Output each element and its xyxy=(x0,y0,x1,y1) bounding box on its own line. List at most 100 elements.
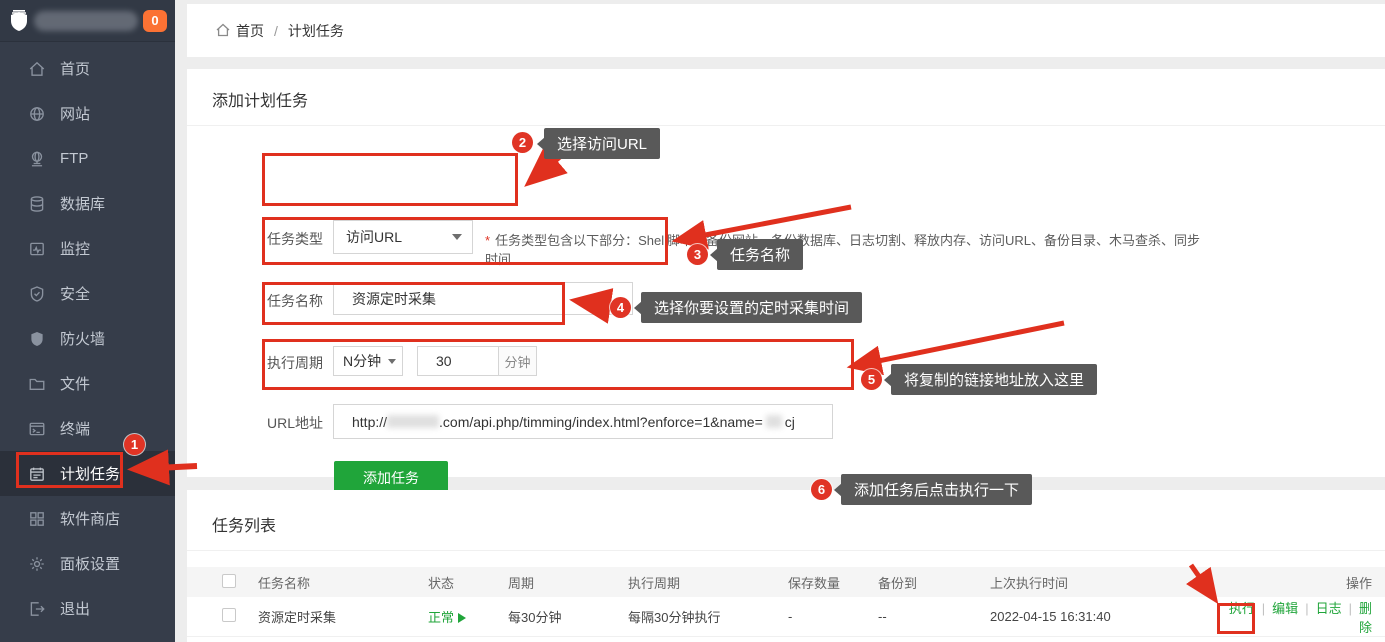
task-name-input[interactable]: 资源定时采集 xyxy=(333,282,633,315)
add-task-panel: 添加计划任务 任务类型 访问URL *任务类型包含以下部分：Shell脚本、备份… xyxy=(187,69,1385,477)
url-prefix: http:// xyxy=(352,414,387,430)
period-value: 30 xyxy=(436,353,452,369)
panel-logo-icon xyxy=(8,9,30,33)
cell-backup-to: -- xyxy=(878,609,990,624)
firewall-shield-icon xyxy=(28,330,46,348)
row-checkbox[interactable] xyxy=(222,608,236,622)
task-list-title: 任务列表 xyxy=(187,490,1385,551)
globe-icon xyxy=(28,105,46,123)
required-asterisk: * xyxy=(485,233,490,248)
logout-icon xyxy=(28,600,46,618)
period-value-input[interactable]: 30 xyxy=(417,346,499,376)
ftp-icon xyxy=(28,150,46,168)
url-host-blurred xyxy=(387,415,439,428)
delete-task-link[interactable]: 删除 xyxy=(1359,601,1372,635)
calendar-icon xyxy=(28,465,46,483)
period-unit-select[interactable]: N分钟 xyxy=(333,346,403,376)
sidebar-item-label: 防火墙 xyxy=(60,328,105,349)
period-unit-selected: N分钟 xyxy=(343,351,381,371)
server-name-blurred xyxy=(34,11,138,31)
sidebar-item-firewall[interactable]: 防火墙 xyxy=(0,316,175,361)
task-type-hint-text: 任务类型包含以下部分：Shell脚本、备份网站、备份数据库、日志切割、释放内存、… xyxy=(485,233,1200,267)
col-operations: 操作 xyxy=(1218,573,1372,592)
sidebar-item-label: 数据库 xyxy=(60,193,105,214)
period-label: 执行周期 xyxy=(267,353,323,373)
play-icon[interactable] xyxy=(458,613,466,623)
task-list-panel: 任务列表 任务名称 状态 周期 执行周期 保存数量 备份到 上次执行时间 操作 … xyxy=(187,490,1385,642)
breadcrumb-separator: / xyxy=(274,23,278,39)
sidebar-item-security[interactable]: 安全 xyxy=(0,271,175,316)
sidebar-item-label: 网站 xyxy=(60,103,90,124)
folder-icon xyxy=(28,375,46,393)
cell-task-name: 资源定时采集 xyxy=(258,607,428,626)
task-name-value: 资源定时采集 xyxy=(352,289,436,309)
col-cycle: 周期 xyxy=(508,573,628,592)
gear-icon xyxy=(28,555,46,573)
breadcrumb-home[interactable]: 首页 xyxy=(236,21,264,41)
sidebar-item-website[interactable]: 网站 xyxy=(0,91,175,136)
sidebar-item-label: FTP xyxy=(60,150,88,167)
sidebar-item-files[interactable]: 文件 xyxy=(0,361,175,406)
select-all-checkbox[interactable] xyxy=(222,574,236,588)
task-name-label: 任务名称 xyxy=(267,291,323,311)
cell-last-run: 2022-04-15 16:31:40 xyxy=(990,609,1218,624)
sidebar-item-label: 文件 xyxy=(60,373,90,394)
sidebar-header: 0 xyxy=(0,0,175,42)
cell-exec-cycle: 每隔30分钟执行 xyxy=(628,607,788,626)
url-param-blurred xyxy=(766,415,782,428)
sidebar-item-settings[interactable]: 面板设置 xyxy=(0,541,175,586)
url-input[interactable]: http:// .com/api.php/timming/index.html?e… xyxy=(333,404,833,439)
table-row: 资源定时采集 正常 每30分钟 每隔30分钟执行 - -- 2022-04-15… xyxy=(187,597,1385,637)
monitor-icon xyxy=(28,240,46,258)
col-exec-cycle: 执行周期 xyxy=(628,573,788,592)
task-type-select[interactable]: 访问URL xyxy=(333,220,473,254)
database-icon xyxy=(28,195,46,213)
add-task-title: 添加计划任务 xyxy=(187,69,1385,126)
col-status: 状态 xyxy=(428,573,508,592)
sidebar-item-logout[interactable]: 退出 xyxy=(0,586,175,631)
log-task-link[interactable]: 日志 xyxy=(1316,601,1342,616)
breadcrumb: 首页 / 计划任务 xyxy=(187,4,1385,57)
apps-grid-icon xyxy=(28,510,46,528)
terminal-icon xyxy=(28,420,46,438)
period-unit-suffix: 分钟 xyxy=(499,346,537,376)
link-separator: | xyxy=(1349,601,1352,616)
sidebar-item-terminal[interactable]: 终端 xyxy=(0,406,175,451)
sidebar-item-label: 软件商店 xyxy=(60,508,120,529)
chevron-down-icon xyxy=(452,234,462,240)
home-icon xyxy=(28,60,46,78)
col-last-run: 上次执行时间 xyxy=(990,573,1218,592)
sidebar-item-label: 面板设置 xyxy=(60,553,120,574)
chevron-down-icon xyxy=(388,359,396,364)
col-keep-count: 保存数量 xyxy=(788,573,878,592)
sidebar-item-cron[interactable]: 计划任务 xyxy=(0,451,175,496)
run-task-link[interactable]: 执行 xyxy=(1229,601,1255,616)
sidebar-item-home[interactable]: 首页 xyxy=(0,46,175,91)
table-header: 任务名称 状态 周期 执行周期 保存数量 备份到 上次执行时间 操作 xyxy=(187,567,1385,597)
task-type-label: 任务类型 xyxy=(267,229,323,249)
breadcrumb-current: 计划任务 xyxy=(288,21,344,41)
url-end: cj xyxy=(785,414,795,430)
task-type-selected: 访问URL xyxy=(346,227,402,247)
message-count-badge[interactable]: 0 xyxy=(143,10,167,32)
sidebar-item-appstore[interactable]: 软件商店 xyxy=(0,496,175,541)
cell-keep-count: - xyxy=(788,609,878,624)
url-label: URL地址 xyxy=(267,413,323,433)
sidebar-item-database[interactable]: 数据库 xyxy=(0,181,175,226)
sidebar-item-monitor[interactable]: 监控 xyxy=(0,226,175,271)
sidebar-menu: 首页 网站 FTP 数据库 监控 安全 防火墙 文件 xyxy=(0,42,175,631)
sidebar-item-label: 安全 xyxy=(60,283,90,304)
sidebar: 0 首页 网站 FTP 数据库 监控 安全 防火墙 xyxy=(0,0,175,642)
sidebar-item-label: 退出 xyxy=(60,598,90,619)
col-task-name: 任务名称 xyxy=(258,573,428,592)
task-type-hint: *任务类型包含以下部分：Shell脚本、备份网站、备份数据库、日志切割、释放内存… xyxy=(485,230,1205,268)
cell-cycle: 每30分钟 xyxy=(508,607,628,626)
sidebar-item-label: 监控 xyxy=(60,238,90,259)
url-mid: .com/api.php/timming/index.html?enforce=… xyxy=(439,414,763,430)
sidebar-item-label: 终端 xyxy=(60,418,90,439)
sidebar-item-label: 首页 xyxy=(60,58,90,79)
col-backup-to: 备份到 xyxy=(878,573,990,592)
sidebar-item-label: 计划任务 xyxy=(60,463,120,484)
sidebar-item-ftp[interactable]: FTP xyxy=(0,136,175,181)
edit-task-link[interactable]: 编辑 xyxy=(1272,601,1298,616)
